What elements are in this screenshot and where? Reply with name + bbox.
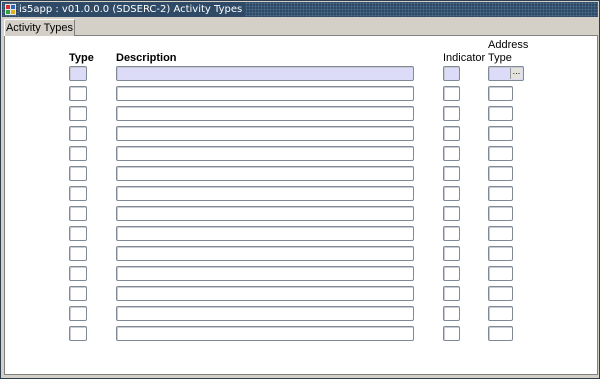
address-type-field[interactable] — [488, 126, 513, 141]
indicator-field[interactable] — [443, 86, 460, 101]
indicator-field[interactable] — [443, 326, 460, 341]
description-field[interactable] — [116, 326, 414, 341]
indicator-field[interactable] — [443, 226, 460, 241]
indicator-field[interactable] — [443, 246, 460, 261]
address-type-field[interactable]: ... — [488, 66, 524, 81]
type-field[interactable] — [69, 226, 87, 241]
column-header-indicator: Indicator — [443, 52, 486, 64]
address-type-field[interactable] — [488, 286, 513, 301]
type-field[interactable] — [69, 106, 87, 121]
description-field[interactable] — [116, 186, 414, 201]
description-field[interactable] — [116, 206, 414, 221]
type-field[interactable] — [69, 286, 87, 301]
address-type-field[interactable] — [488, 186, 513, 201]
address-type-field[interactable] — [488, 146, 513, 161]
type-field[interactable] — [69, 86, 87, 101]
indicator-field[interactable] — [443, 106, 460, 121]
address-type-field[interactable] — [488, 246, 513, 261]
description-field[interactable] — [116, 66, 414, 81]
type-field[interactable] — [69, 186, 87, 201]
description-field[interactable] — [116, 166, 414, 181]
type-field[interactable] — [69, 166, 87, 181]
address-type-field[interactable] — [488, 226, 513, 241]
type-field[interactable] — [69, 126, 87, 141]
indicator-field[interactable] — [443, 186, 460, 201]
indicator-field[interactable] — [443, 166, 460, 181]
column-header-description: Description — [116, 52, 177, 64]
type-field[interactable] — [69, 326, 87, 341]
window-title: is5app : v01.0.0.0 (SDSERC-2) Activity T… — [19, 2, 246, 17]
app-icon — [5, 4, 16, 15]
indicator-field[interactable] — [443, 146, 460, 161]
type-field[interactable] — [69, 66, 87, 81]
address-type-field[interactable] — [488, 166, 513, 181]
description-field[interactable] — [116, 286, 414, 301]
address-type-field[interactable] — [488, 326, 513, 341]
address-type-field[interactable] — [488, 306, 513, 321]
description-field[interactable] — [116, 106, 414, 121]
type-field[interactable] — [69, 146, 87, 161]
description-field[interactable] — [116, 86, 414, 101]
tab-activity-types[interactable]: Activity Types — [4, 19, 75, 36]
indicator-field[interactable] — [443, 66, 460, 81]
description-field[interactable] — [116, 226, 414, 241]
column-header-type: Type — [69, 52, 94, 64]
indicator-field[interactable] — [443, 206, 460, 221]
indicator-field[interactable] — [443, 126, 460, 141]
indicator-field[interactable] — [443, 306, 460, 321]
type-field[interactable] — [69, 206, 87, 221]
address-type-field[interactable] — [488, 106, 513, 121]
address-type-field[interactable] — [488, 86, 513, 101]
title-bar[interactable]: is5app : v01.0.0.0 (SDSERC-2) Activity T… — [2, 2, 598, 17]
address-type-field[interactable] — [488, 266, 513, 281]
type-field[interactable] — [69, 266, 87, 281]
address-type-field[interactable] — [488, 206, 513, 221]
description-field[interactable] — [116, 126, 414, 141]
indicator-field[interactable] — [443, 266, 460, 281]
description-field[interactable] — [116, 146, 414, 161]
description-field[interactable] — [116, 266, 414, 281]
description-field[interactable] — [116, 306, 414, 321]
column-header-address-type-line1: Address — [488, 39, 529, 51]
description-field[interactable] — [116, 246, 414, 261]
column-header-address-type-line2: Type — [488, 52, 512, 64]
ellipsis-icon[interactable]: ... — [510, 68, 522, 79]
type-field[interactable] — [69, 246, 87, 261]
indicator-field[interactable] — [443, 286, 460, 301]
type-field[interactable] — [69, 306, 87, 321]
